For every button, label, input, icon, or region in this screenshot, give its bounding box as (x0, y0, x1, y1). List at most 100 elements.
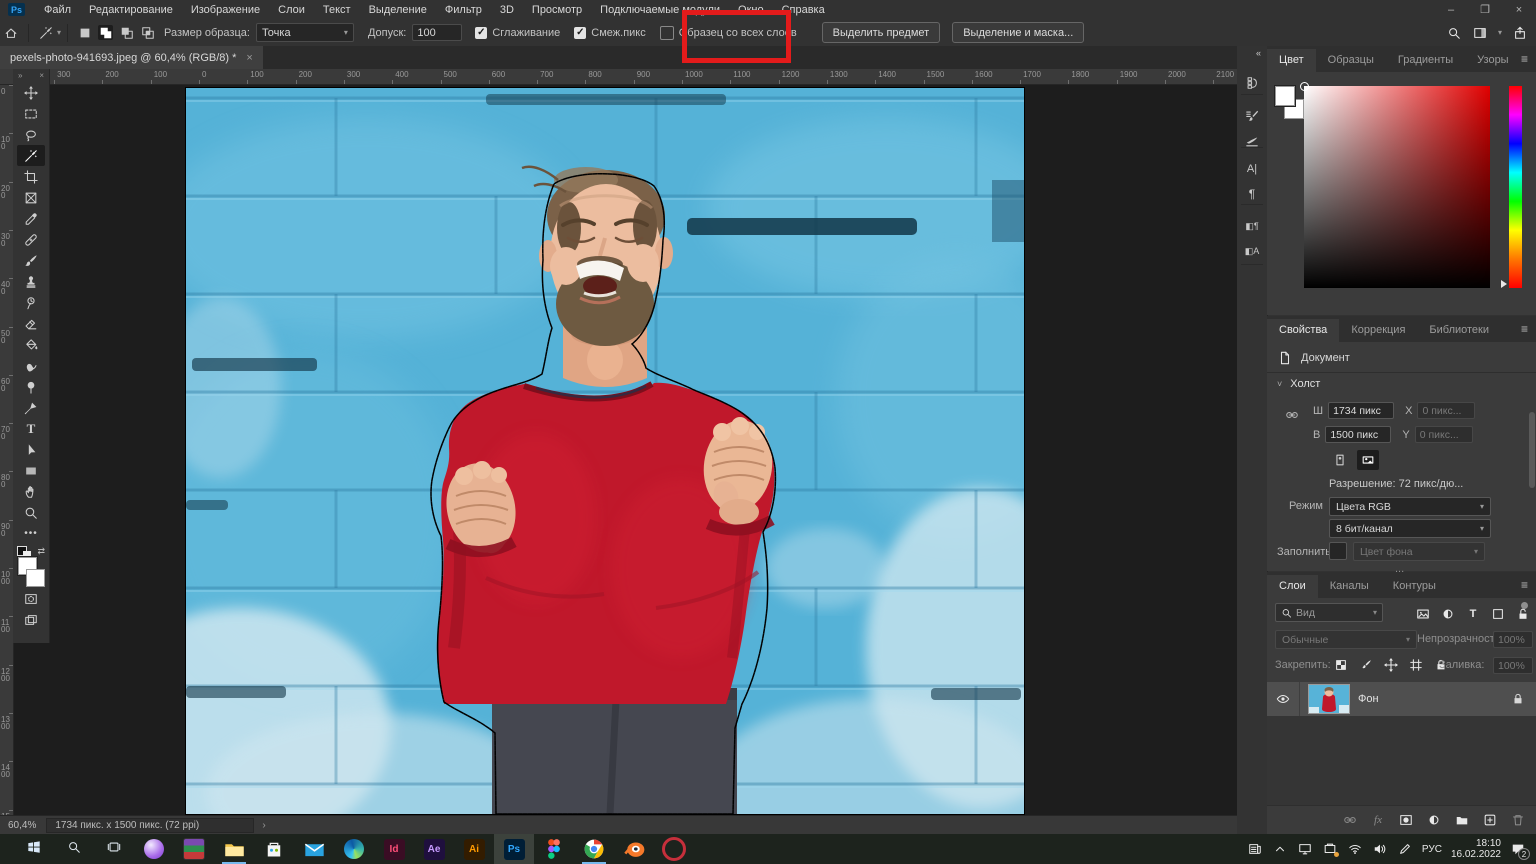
layer-filter-search[interactable]: Вид ▾ (1275, 603, 1383, 622)
color-mode-dropdown[interactable]: Цвета RGB ▾ (1329, 497, 1491, 516)
move-tool[interactable] (17, 82, 45, 103)
crop-tool[interactable] (17, 166, 45, 187)
snip-tool-icon[interactable] (1322, 841, 1338, 857)
clone-stamp-tool[interactable] (17, 271, 45, 292)
taskbar-egg-app[interactable] (134, 834, 174, 864)
layer-thumbnail[interactable] (1308, 684, 1350, 714)
add-mask-icon[interactable] (1398, 812, 1414, 828)
chevron-down-icon[interactable]: ▾ (1498, 28, 1502, 37)
layers-tab-Слои[interactable]: Слои (1267, 575, 1318, 598)
properties-tab-Коррекция[interactable]: Коррекция (1339, 319, 1417, 342)
fill-opacity-field[interactable]: 100% (1493, 657, 1533, 674)
zoom-tool[interactable] (17, 502, 45, 523)
cast-display-icon[interactable] (1297, 841, 1313, 857)
properties-tab-Библиотеки[interactable]: Библиотеки (1417, 319, 1501, 342)
new-layer-icon[interactable] (1482, 812, 1498, 828)
restore-button[interactable]: ❐ (1468, 0, 1502, 19)
glyphs-panel-icon[interactable]: ◧¶ (1237, 215, 1267, 237)
color-tab-Градиенты[interactable]: Градиенты (1386, 49, 1465, 72)
panel-menu-icon[interactable]: ≡ (1521, 578, 1536, 598)
taskbar-search[interactable] (54, 834, 94, 864)
lock-pixels-icon[interactable] (1358, 657, 1374, 673)
notification-center-icon[interactable]: 2 (1510, 841, 1526, 857)
layer-row-background[interactable]: Фон (1267, 682, 1536, 716)
hue-slider-marker[interactable] (1501, 280, 1507, 288)
taskbar-start[interactable] (14, 834, 54, 864)
taskbar-illustrator[interactable]: Ai (454, 834, 494, 864)
color-tab-Образцы[interactable]: Образцы (1316, 49, 1386, 72)
taskbar-store[interactable] (254, 834, 294, 864)
home-icon[interactable] (0, 22, 22, 44)
new-adjustment-icon[interactable] (1426, 812, 1442, 828)
taskbar-red-ring[interactable] (654, 834, 694, 864)
taskbar-chrome[interactable] (574, 834, 614, 864)
shape-tool[interactable] (17, 460, 45, 481)
frame-tool[interactable] (17, 187, 45, 208)
checkbox-Смеж.пикс[interactable]: ✓Смеж.пикс (574, 26, 645, 40)
photo-canvas[interactable] (186, 88, 1024, 814)
close-button[interactable]: × (1502, 0, 1536, 19)
tolerance-input[interactable] (412, 24, 462, 41)
taskbar-photoshop[interactable]: Ps (494, 834, 534, 864)
workspace-switcher-icon[interactable] (1472, 25, 1488, 41)
new-group-icon[interactable] (1454, 812, 1470, 828)
search-icon[interactable] (1446, 25, 1462, 41)
menu-изображение[interactable]: Изображение (182, 4, 269, 16)
chevron-down-icon[interactable]: ˅ (1277, 379, 1282, 389)
layers-tab-Контуры[interactable]: Контуры (1381, 575, 1448, 598)
color-picker-marker[interactable] (1300, 82, 1309, 91)
filter-toggle-dot[interactable] (1521, 602, 1528, 609)
screen-mode-button[interactable] (17, 609, 45, 630)
menu-текст[interactable]: Текст (314, 4, 360, 16)
layers-tab-Каналы[interactable]: Каналы (1318, 575, 1381, 598)
layer-filter-adjustment-icon[interactable] (1440, 606, 1456, 622)
layer-filter-shape-icon[interactable] (1490, 606, 1506, 622)
minimize-button[interactable]: – (1434, 0, 1468, 19)
toolbar-more[interactable]: ••• (17, 523, 45, 544)
hue-slider[interactable] (1509, 86, 1522, 288)
taskbar-winrar[interactable] (174, 834, 214, 864)
status-chevron-icon[interactable]: › (262, 820, 265, 831)
document-tab[interactable]: pexels-photo-941693.jpeg @ 60,4% (RGB/8)… (0, 46, 263, 69)
panel-menu-icon[interactable]: ≡ (1521, 52, 1536, 72)
news-widget-icon[interactable] (1247, 841, 1263, 857)
history-brush-tool[interactable] (17, 292, 45, 313)
quick-mask-button[interactable] (17, 588, 45, 609)
collapse-panels-icon[interactable]: « (1237, 46, 1267, 60)
lock-artboard-icon[interactable] (1408, 657, 1424, 673)
properties-tab-Свойства[interactable]: Свойства (1267, 319, 1339, 342)
panel-menu-icon[interactable]: ≡ (1521, 322, 1536, 342)
menu-файл[interactable]: Файл (35, 4, 80, 16)
swap-colors-icon[interactable]: ⇄ (37, 546, 45, 557)
add-to-selection-icon[interactable] (98, 25, 113, 40)
fill-checkbox[interactable] (1329, 542, 1347, 560)
layer-name[interactable]: Фон (1358, 693, 1379, 705)
type-tool[interactable]: T (17, 418, 45, 439)
checkbox-Сглаживание[interactable]: ✓Сглаживание (475, 26, 560, 40)
share-icon[interactable] (1512, 25, 1528, 41)
brushsettings-panel-icon[interactable] (1237, 105, 1267, 127)
taskbar-mail[interactable] (294, 834, 334, 864)
canvas-y-input[interactable] (1415, 426, 1473, 443)
layer-style-icon[interactable]: fx (1370, 812, 1386, 828)
zoom-level[interactable]: 60,4% (8, 820, 36, 831)
paragraph-panel-icon[interactable]: ¶ (1237, 183, 1267, 205)
character-panel-icon[interactable]: A| (1237, 158, 1267, 180)
menu-редактирование[interactable]: Редактирование (80, 4, 182, 16)
menu-слои[interactable]: Слои (269, 4, 314, 16)
pen-input-icon[interactable] (1397, 841, 1413, 857)
marquee-tool[interactable] (17, 103, 45, 124)
lock-position-icon[interactable] (1383, 657, 1399, 673)
path-select-tool[interactable] (17, 439, 45, 460)
menu-просмотр[interactable]: Просмотр (523, 4, 591, 16)
link-layers-icon[interactable] (1342, 812, 1358, 828)
healing-brush-tool[interactable] (17, 229, 45, 250)
taskbar-blender[interactable] (614, 834, 654, 864)
taskbar-explorer[interactable] (214, 834, 254, 864)
close-palette-icon[interactable]: × (39, 71, 44, 80)
sample-size-dropdown[interactable]: Точка ▾ (256, 23, 354, 42)
taskbar-edge[interactable] (334, 834, 374, 864)
link-dimensions-icon[interactable] (1285, 408, 1299, 422)
fill-color-dropdown[interactable]: Цвет фона ▾ (1353, 542, 1485, 561)
taskbar-indesign[interactable]: Id (374, 834, 414, 864)
